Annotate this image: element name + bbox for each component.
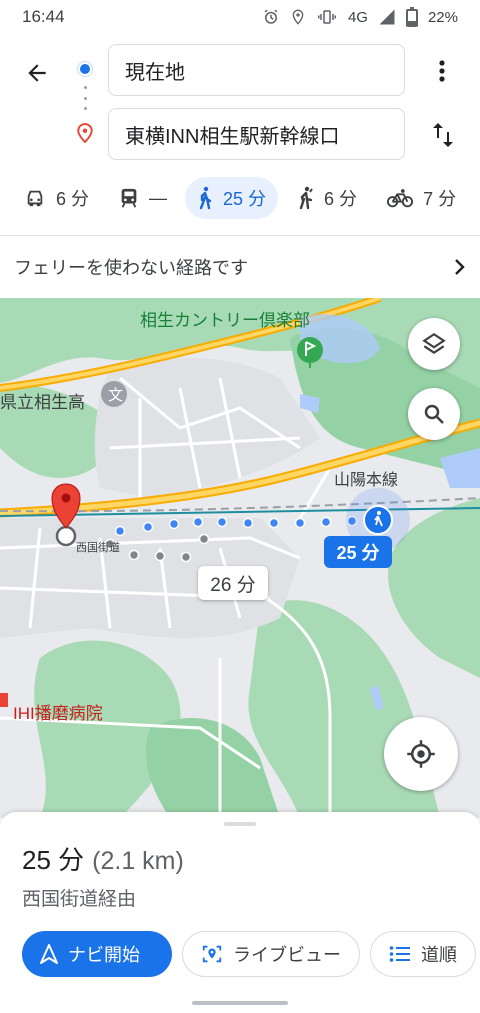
search-along-route-button[interactable] xyxy=(408,388,460,440)
map-label-school: 県立相生高 xyxy=(0,393,85,412)
destination-pin-icon xyxy=(76,122,94,149)
sheet-drag-handle[interactable] xyxy=(224,822,256,826)
status-icons: 4G 22% xyxy=(262,7,458,27)
tab-walk[interactable]: 25 分 xyxy=(185,177,279,219)
route-via: 西国街道経由 xyxy=(22,889,137,910)
bike-icon xyxy=(387,189,414,208)
route-actions: ナビ開始 ライブビュー 道順 xyxy=(22,931,476,977)
map-label-golf: 相生カントリー倶楽部 xyxy=(140,311,310,330)
more-options-button[interactable] xyxy=(430,54,454,88)
swap-vert-icon xyxy=(433,123,453,147)
route-distance: (2.1 km) xyxy=(92,847,184,875)
map-view[interactable]: 文 相生カントリー倶楽部 県立相生高 山陽本線 西国街道 IHI播磨病院 25 … xyxy=(0,298,480,818)
route-summary-sheet[interactable]: 25 分 (2.1 km) 西国街道経由 ナビ開始 ライブビュー 道順 xyxy=(0,812,480,1013)
tab-drive-label: 6 分 xyxy=(56,189,90,209)
alarm-icon xyxy=(264,9,278,24)
status-bar: 16:44 4G 22% xyxy=(0,0,480,34)
route-connector xyxy=(83,86,87,110)
route-notice[interactable]: フェリーを使わない経路です xyxy=(0,236,480,298)
live-view-icon xyxy=(202,945,222,963)
car-icon xyxy=(27,190,43,207)
location-status-icon xyxy=(292,9,304,25)
travel-mode-tabs: 6 分 — 25 分 6 分 7 分 xyxy=(0,172,480,224)
status-time: 16:44 xyxy=(22,7,65,26)
my-location-icon xyxy=(407,740,435,768)
route-notice-text: フェリーを使わない経路です xyxy=(14,258,248,278)
tab-ride-label: 6 分 xyxy=(324,189,358,209)
tab-transit-label: — xyxy=(149,187,168,208)
vibrate-icon xyxy=(317,10,336,24)
tab-ride[interactable]: 6 分 xyxy=(284,177,369,219)
swap-button[interactable] xyxy=(428,118,458,152)
origin-dot-icon xyxy=(78,62,92,76)
destination-input[interactable]: 東横INN相生駅新幹線口 xyxy=(108,108,405,160)
more-vert-icon xyxy=(439,60,445,82)
route-time-badge[interactable]: 25 分 xyxy=(324,536,392,568)
tab-bike-label: 7 分 xyxy=(423,189,457,209)
map-label-hospital: IHI播磨病院 xyxy=(13,704,103,723)
map-label-rail: 山陽本線 xyxy=(334,472,399,489)
search-icon xyxy=(424,404,444,424)
list-icon xyxy=(389,946,410,962)
svg-text:文: 文 xyxy=(108,386,123,404)
battery-icon xyxy=(405,7,418,27)
gesture-nav-bar[interactable] xyxy=(192,1001,288,1005)
layers-icon xyxy=(422,332,446,354)
steps-button[interactable]: 道順 xyxy=(370,931,476,977)
steps-label: 道順 xyxy=(421,945,457,965)
back-arrow-icon xyxy=(28,64,46,82)
battery-level: 22% xyxy=(427,8,458,26)
layers-button[interactable] xyxy=(408,318,460,370)
start-navigation-label: ナビ開始 xyxy=(68,945,140,965)
alt-route-time-badge[interactable]: 26 分 xyxy=(198,566,268,600)
signal-icon xyxy=(379,9,395,25)
live-view-button[interactable]: ライブビュー xyxy=(182,931,360,977)
back-button[interactable] xyxy=(20,56,54,90)
network-type: 4G xyxy=(347,8,368,26)
tab-bike[interactable]: 7 分 xyxy=(375,177,468,219)
transit-icon xyxy=(121,188,137,208)
navigation-icon xyxy=(40,944,58,964)
ride-icon xyxy=(299,186,313,210)
tab-transit[interactable]: — xyxy=(107,177,179,219)
chevron-right-icon xyxy=(455,259,465,275)
walk-icon xyxy=(199,186,212,210)
directions-header: 現在地 東横INN相生駅新幹線口 xyxy=(0,34,480,164)
live-view-label: ライブビュー xyxy=(233,945,341,965)
map-label-street: 西国街道 xyxy=(76,542,120,554)
my-location-button[interactable] xyxy=(384,717,458,791)
route-duration: 25 分 xyxy=(22,845,85,875)
origin-input[interactable]: 現在地 xyxy=(108,44,405,96)
tab-drive[interactable]: 6 分 xyxy=(12,177,101,219)
tab-walk-label: 25 分 xyxy=(223,189,267,209)
start-navigation-button[interactable]: ナビ開始 xyxy=(22,931,172,977)
route-summary: 25 分 (2.1 km) xyxy=(22,840,184,877)
